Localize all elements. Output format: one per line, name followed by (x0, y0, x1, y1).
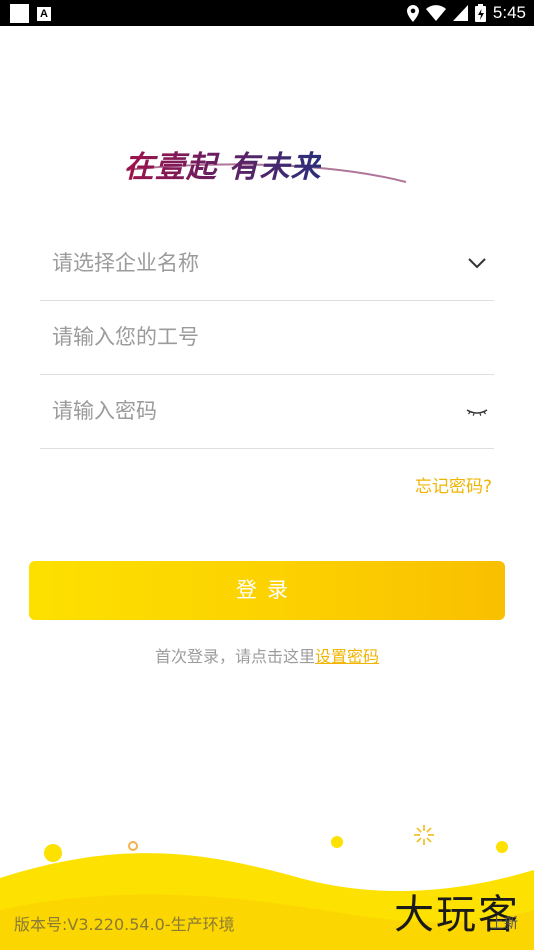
forgot-password-link[interactable]: 忘记密码? (415, 472, 492, 497)
chevron-down-icon[interactable] (466, 252, 488, 274)
status-time: 5:45 (492, 3, 526, 22)
login-button[interactable]: 登录 (29, 561, 505, 620)
set-password-link[interactable]: 设置密码 (315, 647, 379, 666)
status-bar: A 5:45 (0, 0, 534, 26)
company-select-placeholder: 请选择企业名称 (52, 251, 199, 275)
company-select[interactable]: 请选择企业名称 (40, 226, 494, 301)
wifi-icon (425, 5, 446, 21)
eye-closed-icon[interactable] (466, 400, 488, 422)
password-input[interactable]: 请输入密码 (40, 374, 494, 449)
version-label: 版本号:V3.220.54.0-生产环境 (14, 915, 235, 934)
brand-sub-label: 上新 (490, 916, 518, 932)
employee-id-input[interactable]: 请输入您的工号 (40, 300, 494, 375)
location-icon (406, 4, 419, 22)
battery-icon (474, 4, 486, 22)
signal-icon (452, 5, 468, 21)
employee-id-placeholder: 请输入您的工号 (52, 325, 199, 349)
app-logo: 在壹起 有未来 (120, 140, 412, 188)
notification-square-icon (10, 4, 29, 23)
notification-a-icon: A (37, 6, 51, 21)
password-placeholder: 请输入密码 (52, 399, 157, 423)
logo-text: 在壹起 有未来 (124, 142, 321, 186)
first-login-hint: 首次登录，请点击这里设置密码 (0, 643, 534, 667)
first-login-text: 首次登录，请点击这里 (154, 647, 315, 666)
